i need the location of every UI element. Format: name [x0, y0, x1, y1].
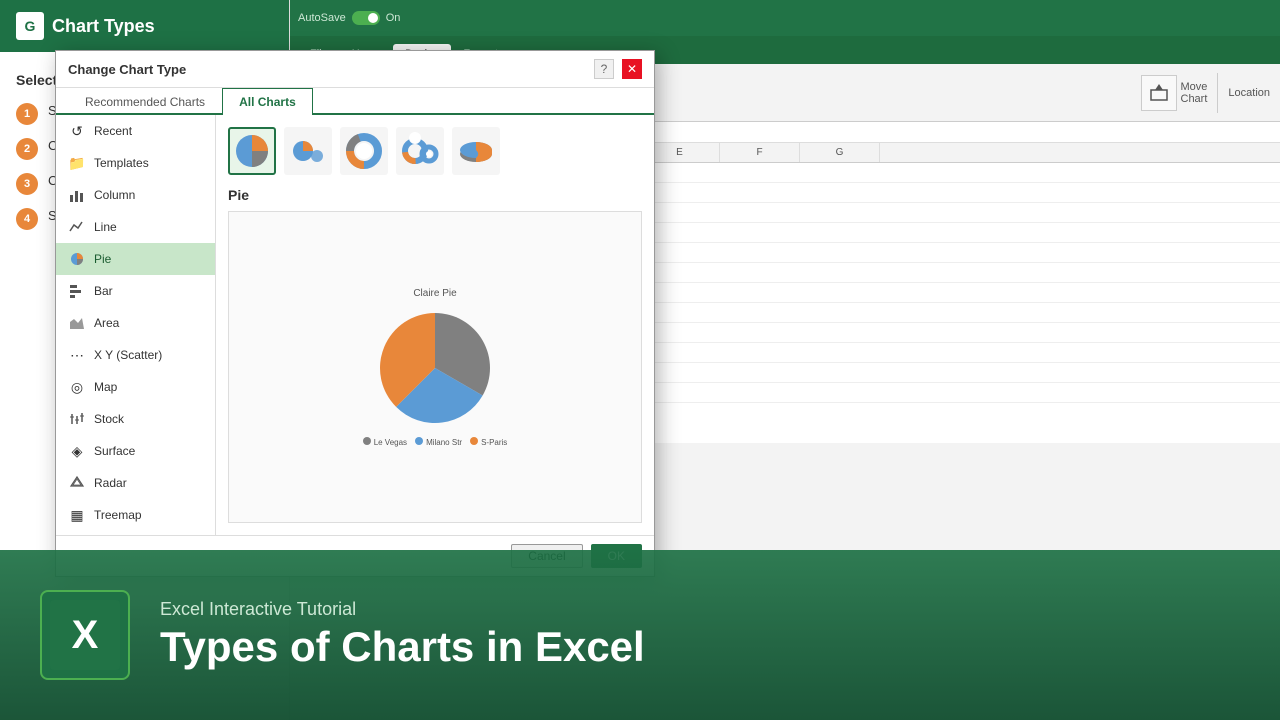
- move-chart-area: Move Chart Location: [1141, 73, 1271, 113]
- stock-icon: [68, 410, 86, 428]
- area-icon: [68, 314, 86, 332]
- chart-type-bar[interactable]: Bar: [56, 275, 215, 307]
- help-button[interactable]: ?: [594, 59, 614, 79]
- legend-item-3: S-Paris: [470, 437, 507, 447]
- move-chart-label2: Chart: [1181, 93, 1208, 105]
- step-circle-4: 4: [16, 208, 38, 230]
- chart-type-surface[interactable]: ◈ Surface: [56, 435, 215, 467]
- dialog-controls: ? ✕: [594, 59, 642, 79]
- chart-type-radar-label: Radar: [94, 476, 127, 490]
- pie-chart-preview: Claire Pie: [229, 288, 641, 447]
- pie-subtype-1[interactable]: [228, 127, 276, 175]
- chart-type-line-label: Line: [94, 220, 117, 234]
- chart-type-column-label: Column: [94, 188, 135, 202]
- chart-type-area-label: Area: [94, 316, 119, 330]
- autosave-toggle[interactable]: [352, 11, 380, 25]
- legend-item-1: Le Vegas: [363, 437, 407, 447]
- step-circle-3: 3: [16, 173, 38, 195]
- chart-type-map-label: Map: [94, 380, 117, 394]
- left-panel-header: G Chart Types: [0, 0, 289, 52]
- bottom-subtitle: Excel Interactive Tutorial: [160, 599, 645, 620]
- templates-icon: 📁: [68, 154, 86, 172]
- change-chart-type-dialog[interactable]: Change Chart Type ? ✕ Recommended Charts…: [55, 50, 655, 577]
- step-circle-1: 1: [16, 103, 38, 125]
- excel-logo-big: X: [40, 590, 130, 680]
- chart-preview-panel: Pie Claire Pie: [216, 115, 654, 535]
- chart-type-sunburst[interactable]: ☀ Sunburst: [56, 531, 215, 535]
- toggle-knob: [368, 13, 378, 23]
- selected-chart-type-name: Pie: [228, 187, 642, 203]
- chart-type-templates-label: Templates: [94, 156, 149, 170]
- donut-subtype-1[interactable]: [340, 127, 388, 175]
- excel-ribbon: AutoSave On: [290, 0, 1280, 36]
- close-dialog-button[interactable]: ✕: [622, 59, 642, 79]
- excel-logo-small: G: [16, 12, 44, 40]
- chart-subtypes: [228, 127, 642, 175]
- chart-type-scatter-label: X Y (Scatter): [94, 348, 162, 362]
- treemap-icon: ▦: [68, 506, 86, 524]
- recent-icon: ↺: [68, 122, 86, 140]
- radar-icon: [68, 474, 86, 492]
- excel-logo-inner: X: [50, 600, 120, 670]
- chart-type-recent[interactable]: ↺ Recent: [56, 115, 215, 147]
- dialog-tabs: Recommended Charts All Charts: [56, 88, 654, 115]
- chart-type-templates[interactable]: 📁 Templates: [56, 147, 215, 179]
- chart-type-surface-label: Surface: [94, 444, 135, 458]
- chart-type-area[interactable]: Area: [56, 307, 215, 339]
- pie-preview-title: Claire Pie: [229, 288, 641, 299]
- bar-icon: [68, 282, 86, 300]
- surface-icon: ◈: [68, 442, 86, 460]
- pie-icon: [68, 250, 86, 268]
- bottom-overlay: X Excel Interactive Tutorial Types of Ch…: [0, 550, 1280, 720]
- left-panel-title: Chart Types: [52, 16, 155, 37]
- scatter-icon: ⋯: [68, 346, 86, 364]
- legend-item-2: Milano Str: [415, 437, 462, 447]
- map-icon: ◎: [68, 378, 86, 396]
- divider: [1217, 73, 1218, 113]
- chart-type-bar-label: Bar: [94, 284, 113, 298]
- pie-subtype-2[interactable]: [284, 127, 332, 175]
- move-chart-label: Move: [1181, 81, 1208, 93]
- tab-recommended-charts[interactable]: Recommended Charts: [68, 88, 222, 115]
- chart-type-map[interactable]: ◎ Map: [56, 371, 215, 403]
- pie-svg-wrapper: [229, 303, 641, 433]
- step-circle-2: 2: [16, 138, 38, 160]
- chart-type-treemap-label: Treemap: [94, 508, 142, 522]
- chart-type-pie-label: Pie: [94, 252, 111, 266]
- column-icon: [68, 186, 86, 204]
- chart-type-line[interactable]: Line: [56, 211, 215, 243]
- donut-subtype-2[interactable]: [396, 127, 444, 175]
- chart-type-column[interactable]: Column: [56, 179, 215, 211]
- chart-type-pie[interactable]: Pie: [56, 243, 215, 275]
- autosave-area: AutoSave On: [298, 11, 400, 25]
- autosave-label: AutoSave: [298, 12, 346, 24]
- chart-type-stock[interactable]: Stock: [56, 403, 215, 435]
- move-chart-icon: [1141, 75, 1177, 111]
- chart-type-list: ↺ Recent 📁 Templates Column: [56, 115, 216, 535]
- dialog-title: Change Chart Type: [68, 62, 186, 77]
- chart-type-recent-label: Recent: [94, 124, 132, 138]
- logo-letter: G: [25, 18, 36, 34]
- excel-x-letter: X: [72, 613, 99, 658]
- tab-all-charts[interactable]: All Charts: [222, 88, 313, 115]
- chart-preview-area: Claire Pie: [228, 211, 642, 523]
- bottom-text: Excel Interactive Tutorial Types of Char…: [160, 599, 645, 670]
- location-label: Location: [1228, 87, 1270, 99]
- pie-legend: Le Vegas Milano Str S-Paris: [229, 437, 641, 447]
- bottom-main-title: Types of Charts in Excel: [160, 624, 645, 670]
- chart-type-radar[interactable]: Radar: [56, 467, 215, 499]
- dialog-titlebar: Change Chart Type ? ✕: [56, 51, 654, 88]
- line-icon: [68, 218, 86, 236]
- autosave-on-label: On: [386, 12, 401, 24]
- dialog-body: ↺ Recent 📁 Templates Column: [56, 115, 654, 535]
- chart-type-stock-label: Stock: [94, 412, 124, 426]
- pie-3d-subtype[interactable]: [452, 127, 500, 175]
- chart-type-scatter[interactable]: ⋯ X Y (Scatter): [56, 339, 215, 371]
- col-F: F: [720, 143, 800, 162]
- chart-type-treemap[interactable]: ▦ Treemap: [56, 499, 215, 531]
- col-G: G: [800, 143, 880, 162]
